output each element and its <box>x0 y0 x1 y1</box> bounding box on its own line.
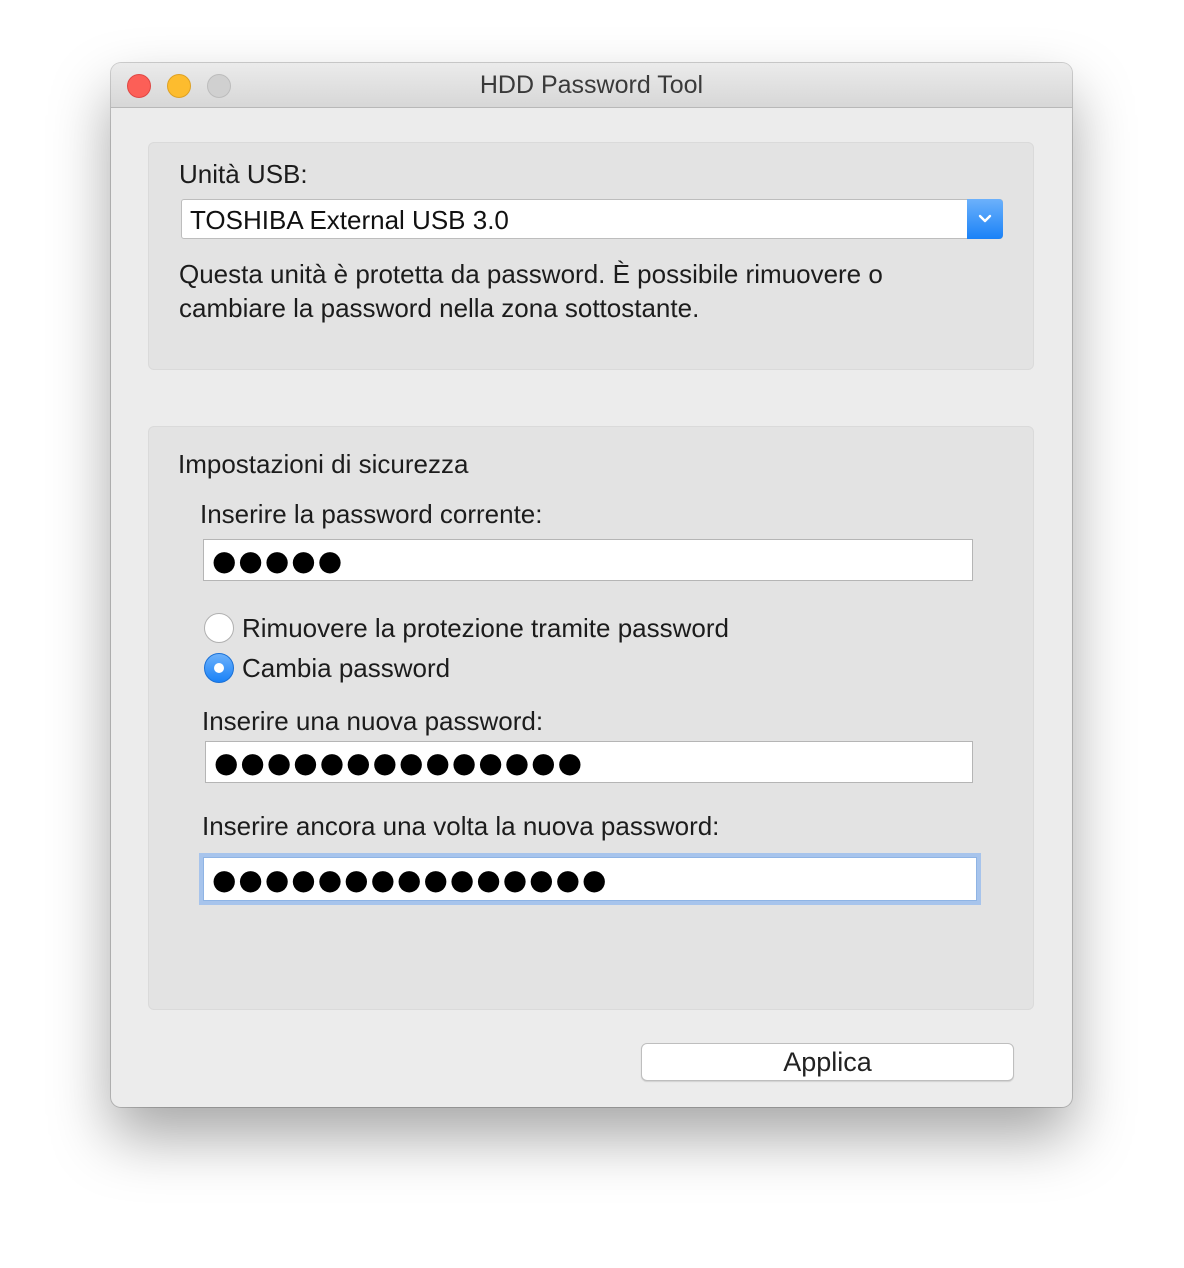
window-title: HDD Password Tool <box>479 71 704 99</box>
security-title: Impostazioni di sicurezza <box>178 449 469 479</box>
app-window: HDD Password Tool Unità USB: TOSHIBA Ext… <box>111 63 1072 1107</box>
confirm-password-field[interactable] <box>203 857 977 901</box>
remove-protection-label[interactable]: Rimuovere la protezione tramite password <box>242 613 729 644</box>
usb-description: Questa unità è protetta da password. È p… <box>179 259 883 323</box>
title-bar[interactable]: HDD Password Tool <box>111 63 1072 108</box>
new-password-input[interactable] <box>206 742 972 782</box>
current-password-label: Inserire la password corrente: <box>200 499 543 529</box>
radio-selected-dot <box>214 663 224 673</box>
usb-drive-label: Unità USB: <box>179 159 308 189</box>
usb-drive-select[interactable]: TOSHIBA External USB 3.0 <box>181 199 1003 239</box>
usb-drive-selected-value: TOSHIBA External USB 3.0 <box>190 205 509 235</box>
apply-button[interactable]: Applica <box>641 1043 1014 1081</box>
chevron-down-icon[interactable] <box>967 199 1003 239</box>
change-password-label[interactable]: Cambia password <box>242 653 450 684</box>
confirm-password-label: Inserire ancora una volta la nuova passw… <box>202 811 720 841</box>
confirm-password-input[interactable] <box>204 858 976 900</box>
current-password-input[interactable] <box>204 540 972 580</box>
usb-panel: Unità USB: TOSHIBA External USB 3.0 Ques… <box>148 142 1034 370</box>
change-password-radio[interactable] <box>204 653 234 683</box>
new-password-label: Inserire una nuova password: <box>202 706 544 736</box>
current-password-field[interactable] <box>203 539 973 581</box>
security-panel: Impostazioni di sicurezza Inserire la pa… <box>148 426 1034 1010</box>
remove-protection-radio[interactable] <box>204 613 234 643</box>
new-password-field[interactable] <box>205 741 973 783</box>
